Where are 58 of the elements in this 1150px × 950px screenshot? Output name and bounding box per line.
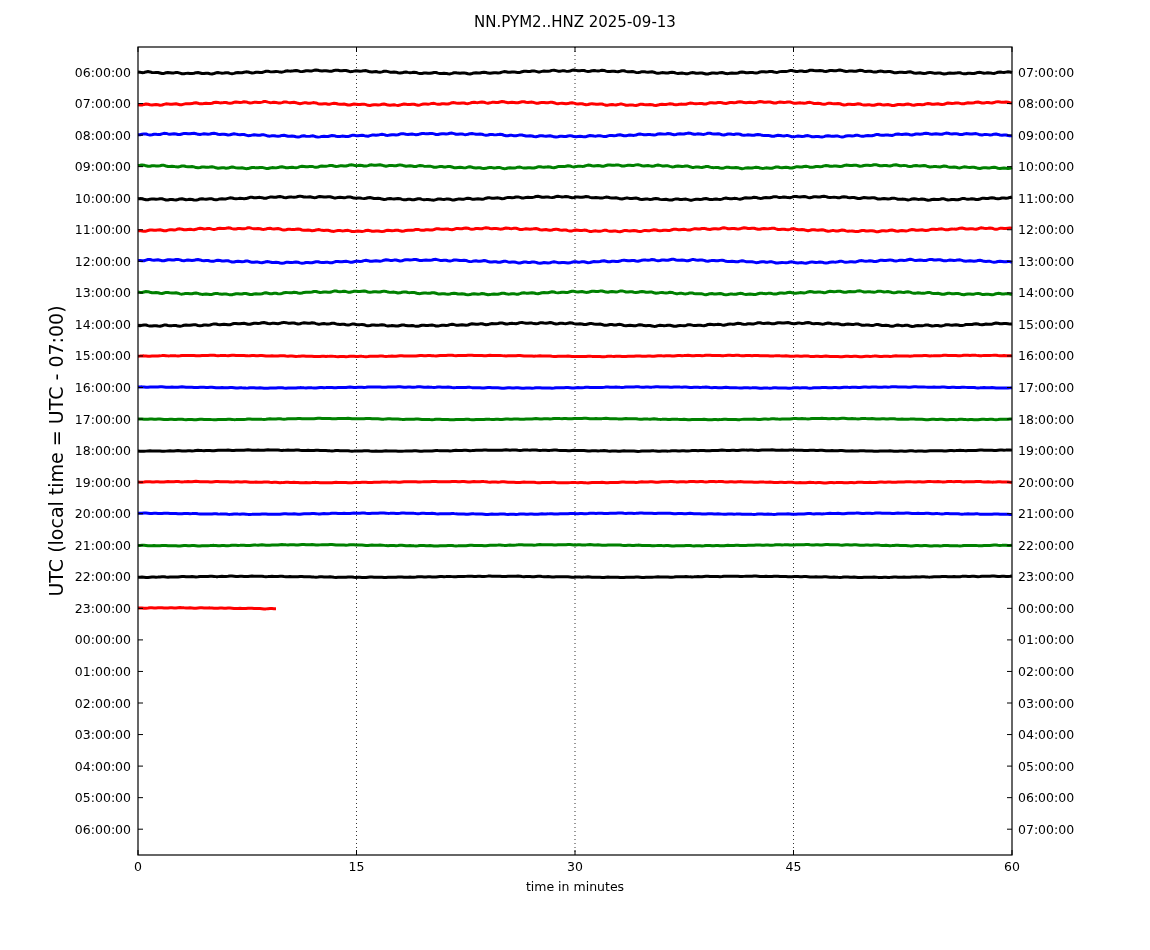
y-tick-label: 07:00:00 <box>1018 821 1075 837</box>
y-tick-label: 08:00:00 <box>1018 96 1075 112</box>
y-tick-label: 06:00:00 <box>1018 790 1075 806</box>
y-tick-label: 19:00:00 <box>1018 443 1075 459</box>
y-tick-label: 01:00:00 <box>74 663 131 679</box>
x-axis-label: time in minutes <box>525 879 625 894</box>
y-tick-label: 15:00:00 <box>1018 316 1075 332</box>
y-tick-label: 01:00:00 <box>1018 632 1075 648</box>
y-tick-label: 17:00:00 <box>74 411 131 427</box>
y-tick-label: 08:00:00 <box>74 127 131 143</box>
x-tick-label: 30 <box>567 859 583 874</box>
y-tick-label: 09:00:00 <box>74 159 131 175</box>
x-tick-label: 0 <box>134 859 142 874</box>
y-tick-label: 05:00:00 <box>74 790 131 806</box>
y-tick-label: 00:00:00 <box>74 632 131 648</box>
y-tick-label: 06:00:00 <box>74 64 131 80</box>
y-tick-label: 09:00:00 <box>1018 127 1075 143</box>
y-tick-label: 07:00:00 <box>74 96 131 112</box>
y-tick-label: 22:00:00 <box>74 569 131 585</box>
y-tick-label: 06:00:00 <box>74 821 131 837</box>
y-tick-label: 12:00:00 <box>1018 222 1075 238</box>
y-tick-label: 02:00:00 <box>74 695 131 711</box>
y-tick-label: 07:00:00 <box>1018 64 1075 80</box>
y-tick-label: 16:00:00 <box>1018 348 1075 364</box>
y-tick-label: 18:00:00 <box>74 443 131 459</box>
y-tick-label: 05:00:00 <box>1018 758 1075 774</box>
y-tick-label: 21:00:00 <box>74 537 131 553</box>
x-tick-label: 15 <box>348 859 365 874</box>
y-tick-label: 20:00:00 <box>74 506 131 522</box>
y-tick-label: 13:00:00 <box>1018 253 1075 269</box>
y-tick-label: 13:00:00 <box>74 285 131 301</box>
y-tick-label: 02:00:00 <box>1018 663 1075 679</box>
y-tick-label: 21:00:00 <box>1018 506 1075 522</box>
y-tick-label: 12:00:00 <box>74 253 131 269</box>
y-tick-label: 22:00:00 <box>1018 537 1075 553</box>
y-tick-label: 14:00:00 <box>74 316 131 332</box>
y-tick-label: 16:00:00 <box>74 380 131 395</box>
y-axis-label: UTC (local time = UTC - 07:00) <box>45 305 67 597</box>
plot-title: NN.PYM2..HNZ 2025-09-13 <box>474 13 676 31</box>
y-tick-label: 11:00:00 <box>74 222 131 238</box>
y-tick-label: 11:00:00 <box>1018 190 1075 206</box>
y-tick-label: 14:00:00 <box>1018 285 1075 301</box>
y-tick-label: 03:00:00 <box>74 727 131 743</box>
y-tick-label: 10:00:00 <box>1018 159 1075 175</box>
y-tick-label: 10:00:00 <box>74 190 131 206</box>
y-tick-label: 04:00:00 <box>1018 727 1075 743</box>
y-tick-label: 18:00:00 <box>1018 411 1075 427</box>
y-tick-label: 04:00:00 <box>74 758 131 774</box>
y-tick-label: 23:00:00 <box>74 600 131 616</box>
y-tick-label: 15:00:00 <box>74 348 131 364</box>
y-tick-label: 17:00:00 <box>1018 380 1075 395</box>
x-tick-label: 60 <box>1004 859 1020 874</box>
y-tick-label: 00:00:00 <box>1018 600 1075 616</box>
y-tick-label: 23:00:00 <box>1018 569 1075 585</box>
y-tick-label: 19:00:00 <box>74 474 131 490</box>
x-tick-label: 45 <box>785 859 802 874</box>
y-tick-label: 20:00:00 <box>1018 474 1075 490</box>
y-tick-label: 03:00:00 <box>1018 695 1075 711</box>
